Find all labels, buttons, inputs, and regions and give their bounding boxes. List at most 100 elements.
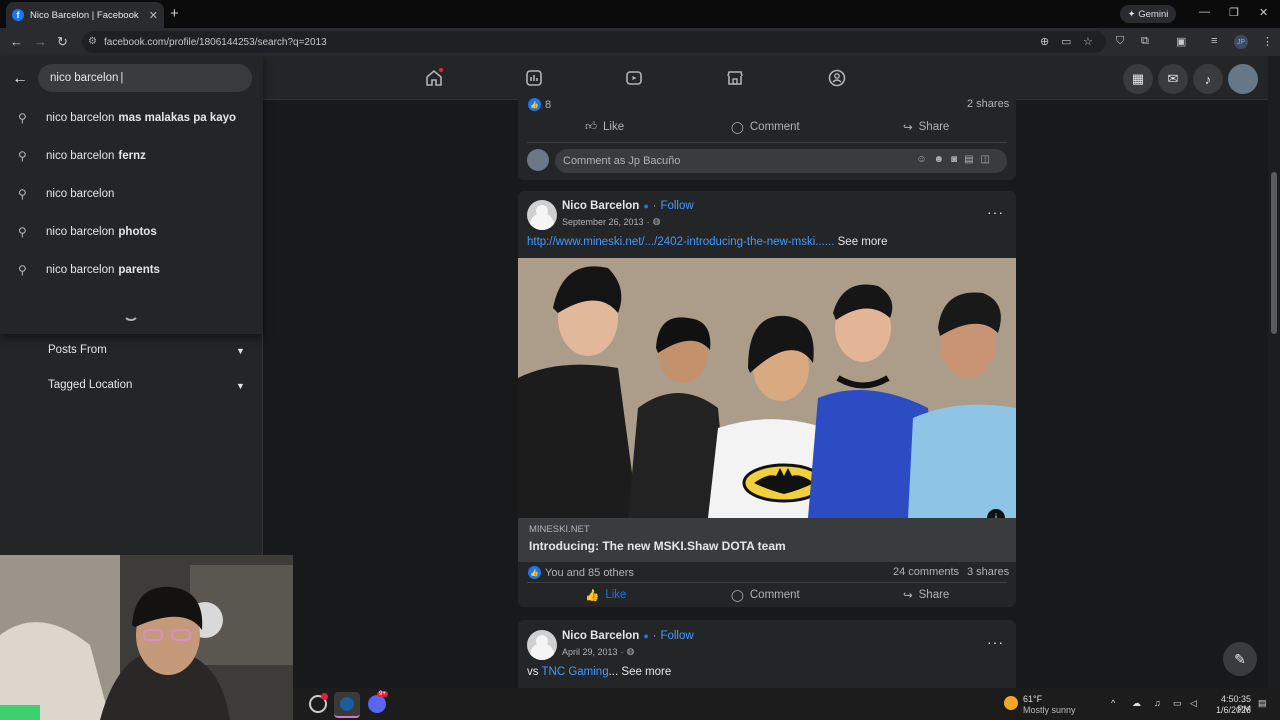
notifications-bell-icon[interactable]: ♪ bbox=[1193, 64, 1223, 94]
see-more-link[interactable]: See more bbox=[621, 666, 671, 678]
shield-icon[interactable]: ⛉ bbox=[1116, 35, 1124, 48]
reaction-summary[interactable]: 👍 8 bbox=[528, 98, 551, 111]
discord-badge: 9+ bbox=[377, 691, 388, 697]
profile-avatar[interactable] bbox=[1228, 64, 1258, 94]
tray-volume-icon[interactable]: ◁ bbox=[1190, 698, 1197, 709]
close-window-icon[interactable]: ✕ bbox=[1259, 6, 1268, 19]
search-suggestion[interactable]: ⚲ nico barcelon mas malakas pa kayo bbox=[0, 99, 263, 137]
author-avatar[interactable] bbox=[527, 200, 557, 230]
facebook-favicon-icon: f bbox=[12, 9, 24, 21]
author-name[interactable]: Nico Barcelon bbox=[562, 200, 639, 212]
search-input[interactable]: nico barcelon | bbox=[38, 64, 252, 92]
search-suggestion[interactable]: ⚲ nico barcelon fernz bbox=[0, 137, 263, 175]
browser-tab[interactable]: f Nico Barcelon | Facebook ✕ bbox=[6, 2, 164, 28]
menu-kebab-icon[interactable]: ⋮ bbox=[1262, 35, 1273, 48]
minimize-icon[interactable]: — bbox=[1199, 6, 1210, 18]
follow-link[interactable]: Follow bbox=[660, 630, 693, 642]
scrollbar-thumb[interactable] bbox=[1271, 172, 1277, 334]
cast-icon[interactable]: ▭ bbox=[1061, 35, 1071, 48]
share-count[interactable]: 2 shares bbox=[967, 98, 1009, 110]
notification-center-icon[interactable]: ▤ bbox=[1258, 698, 1267, 709]
reaction-count: 8 bbox=[545, 98, 552, 111]
post-options-icon[interactable]: ··· bbox=[987, 204, 1004, 220]
mineski-link[interactable]: http://www.mineski.net/.../2402-introduc… bbox=[527, 236, 834, 248]
reload-icon[interactable]: ↻ bbox=[57, 34, 68, 50]
new-tab-button[interactable]: + bbox=[170, 5, 179, 22]
like-button-active[interactable]: 👍 Like bbox=[585, 588, 626, 602]
thumbs-up-icon: 👍︎ bbox=[585, 121, 598, 133]
close-tab-icon[interactable]: ✕ bbox=[149, 9, 158, 22]
link-title[interactable]: Introducing: The new MSKI.Shaw DOTA team bbox=[529, 539, 786, 553]
tray-cloud-icon[interactable]: ☁ bbox=[1132, 698, 1141, 709]
divider bbox=[527, 142, 1007, 143]
tagged-location-caret-icon[interactable]: ▼ bbox=[236, 381, 245, 391]
link-preview-image[interactable]: i bbox=[518, 258, 1016, 518]
mention-link[interactable]: TNC Gaming bbox=[542, 666, 609, 678]
back-icon[interactable]: ← bbox=[10, 34, 23, 49]
maximize-icon[interactable]: ❐ bbox=[1229, 6, 1239, 19]
search-icon: ⚲ bbox=[18, 225, 27, 239]
extensions-icon[interactable]: ⧉ bbox=[1141, 35, 1149, 48]
share-button[interactable]: ↪ Share bbox=[903, 120, 949, 134]
weather-sun-icon[interactable] bbox=[1004, 696, 1018, 710]
tray-mic-icon[interactable]: ♫ bbox=[1154, 698, 1161, 708]
video-icon[interactable] bbox=[624, 68, 644, 88]
back-arrow-icon[interactable]: ← bbox=[12, 70, 28, 88]
comment-count[interactable]: 24 comments bbox=[893, 566, 959, 578]
bookmark-star-icon[interactable]: ☆ bbox=[1083, 35, 1093, 48]
groups-icon[interactable] bbox=[827, 68, 847, 88]
menu-grid-icon[interactable]: ▦ bbox=[1123, 64, 1153, 94]
forward-icon[interactable]: → bbox=[34, 34, 47, 49]
share-button[interactable]: ↪ Share bbox=[903, 588, 949, 602]
new-message-edit-icon[interactable]: ✎ bbox=[1223, 642, 1257, 676]
site-info-icon[interactable]: ⚙ bbox=[88, 36, 97, 47]
search-suggestion[interactable]: ⚲ nico barcelon bbox=[0, 175, 263, 213]
post-text: vs TNC Gaming... See more bbox=[527, 666, 671, 678]
suggestion-prefix: nico barcelon bbox=[46, 112, 115, 124]
app-icon[interactable] bbox=[309, 693, 328, 713]
search-suggestion[interactable]: ⚲ nico barcelon parents bbox=[0, 251, 263, 289]
share-count[interactable]: 3 shares bbox=[967, 566, 1009, 578]
tray-chevron-icon[interactable]: ^ bbox=[1111, 698, 1115, 708]
filter-posts-from[interactable]: Posts From bbox=[48, 344, 107, 356]
search-icon: ⚲ bbox=[18, 263, 27, 277]
marketplace-icon[interactable] bbox=[725, 68, 745, 88]
steam-taskbar-icon[interactable] bbox=[334, 692, 360, 718]
suggestion-prefix: nico barcelon bbox=[46, 150, 115, 162]
tab-search-icon[interactable]: ≡ bbox=[1211, 35, 1217, 47]
reaction-summary[interactable]: 👍 You and 85 others bbox=[528, 566, 634, 579]
follow-link[interactable]: Follow bbox=[660, 200, 693, 212]
like-button[interactable]: 👍︎ Like bbox=[585, 120, 624, 134]
comment-button[interactable]: ◯ Comment bbox=[731, 588, 800, 602]
search-icon: ⚲ bbox=[18, 111, 27, 125]
tray-network-icon[interactable]: ▭ bbox=[1173, 698, 1182, 709]
clock-date[interactable]: 1/6/2026 bbox=[1211, 705, 1251, 715]
page-scrollbar[interactable] bbox=[1268, 56, 1280, 688]
dashboard-icon[interactable] bbox=[524, 68, 544, 88]
temperature[interactable]: 61°F bbox=[1023, 694, 1042, 704]
posts-from-caret-icon[interactable]: ▼ bbox=[236, 346, 245, 356]
messenger-icon[interactable]: ✉ bbox=[1158, 64, 1188, 94]
filter-tagged-location[interactable]: Tagged Location bbox=[48, 379, 132, 391]
address-bar[interactable]: ⚙ facebook.com/profile/1806144253/search… bbox=[82, 31, 1106, 53]
post-options-icon[interactable]: ··· bbox=[987, 634, 1004, 650]
weather-text[interactable]: Mostly sunny bbox=[1023, 705, 1076, 715]
author-name[interactable]: Nico Barcelon bbox=[562, 630, 639, 642]
post-date[interactable]: September 26, 2013 bbox=[562, 217, 644, 227]
suggestion-completion: parents bbox=[118, 264, 160, 276]
suggestion-prefix: nico barcelon bbox=[46, 226, 115, 238]
home-icon[interactable] bbox=[424, 68, 444, 88]
comment-button[interactable]: ◯ Comment bbox=[731, 120, 800, 134]
post-date[interactable]: April 29, 2013 bbox=[562, 647, 618, 657]
comment-input[interactable]: Comment as Jp Bacuño ☺☻◙▤◫ bbox=[555, 149, 1007, 173]
search-query: nico barcelon bbox=[50, 72, 119, 84]
search-suggestion[interactable]: ⚲ nico barcelon photos bbox=[0, 213, 263, 251]
discord-taskbar-icon[interactable]: 9+ bbox=[368, 691, 388, 713]
see-more-link[interactable]: See more bbox=[838, 236, 888, 248]
comment-tools-icons[interactable]: ☺☻◙▤◫ bbox=[916, 154, 997, 165]
sidepanel-icon[interactable]: ▣ bbox=[1176, 35, 1186, 48]
gemini-button[interactable]: ✦ Gemini bbox=[1120, 5, 1176, 23]
zoom-icon[interactable]: ⊕ bbox=[1040, 35, 1049, 48]
browser-profile-avatar[interactable]: JP bbox=[1234, 35, 1248, 49]
author-avatar[interactable] bbox=[527, 630, 557, 660]
